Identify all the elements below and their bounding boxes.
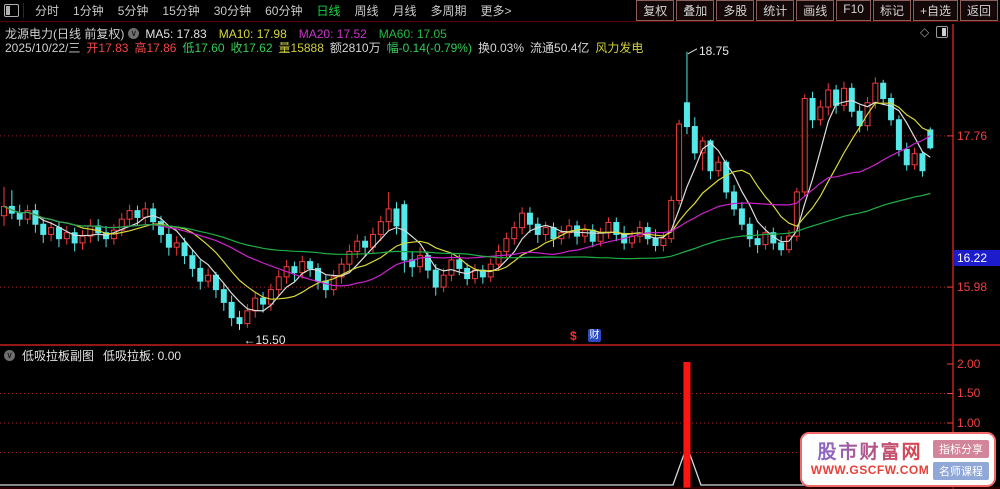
dividend-marker-icon[interactable]: $ (570, 329, 577, 343)
toolbar-tab-5[interactable]: 60分钟 (258, 2, 309, 19)
toolbar-button-8[interactable]: 返回 (960, 0, 998, 21)
info-row: 2025/10/22/三开17.83 高17.86 低17.60 收17.62 量158… (5, 39, 649, 56)
watermark-url: WWW.GSCFW.COM (807, 463, 933, 477)
toolbar-tab-9[interactable]: 多周期 (424, 2, 474, 19)
sub-panel-header: ∨ 低吸拉板副图 低吸拉板: 0.00 (4, 347, 181, 364)
watermark-text: 股市财富网 WWW.GSCFW.COM (807, 442, 933, 478)
info-token-2: 高17.86 (134, 39, 176, 56)
watermark: 股市财富网 WWW.GSCFW.COM 指标分享 名师课程 (800, 432, 996, 487)
info-token-0: 2025/10/22/三 (5, 39, 80, 56)
toolbar-tab-3[interactable]: 15分钟 (155, 2, 206, 19)
toolbar-tab-0[interactable]: 分时 (28, 2, 66, 19)
info-token-8: 换0.03% (478, 39, 524, 56)
toolbar-tab-8[interactable]: 月线 (386, 2, 424, 19)
high-annotation: 18.75 (699, 44, 729, 58)
period-tabs: 分时1分钟5分钟15分钟30分钟60分钟日线周线月线多周期更多> (28, 2, 519, 19)
toolbar-tab-7[interactable]: 周线 (347, 2, 385, 19)
sub-panel-value: 低吸拉板: 0.00 (103, 347, 181, 364)
sub-axis-label-1: 2.00 (957, 357, 980, 371)
toolbar-tab-2[interactable]: 5分钟 (111, 2, 156, 19)
panel-toggle-icon[interactable] (4, 4, 19, 17)
price-label-low: 15.98 (957, 280, 987, 294)
toolbar-button-0[interactable]: 复权 (636, 0, 674, 21)
toolbar-tab-4[interactable]: 30分钟 (207, 2, 258, 19)
toolbar-tab-1[interactable]: 1分钟 (66, 2, 111, 19)
split-view-icon[interactable] (936, 26, 948, 38)
top-toolbar: 分时1分钟5分钟15分钟30分钟60分钟日线周线月线多周期更多> 复权叠加多股统… (0, 0, 1000, 22)
toolbar-button-2[interactable]: 多股 (716, 0, 754, 21)
low-annotation: ←15.50 (244, 333, 286, 347)
report-marker-icon[interactable]: 财 (588, 329, 601, 342)
info-token-6: 额2810万 (330, 39, 381, 56)
info-token-3: 低17.60 (182, 39, 224, 56)
toolbar-button-1[interactable]: 叠加 (676, 0, 714, 21)
watermark-badges: 指标分享 名师课程 (933, 440, 989, 480)
sub-panel-title[interactable]: 低吸拉板副图 (22, 347, 94, 364)
watermark-badge-1: 指标分享 (933, 440, 989, 458)
toolbar-button-7[interactable]: +自选 (913, 0, 958, 21)
price-tag: 16.22 (954, 250, 1000, 266)
watermark-badge-2: 名师课程 (933, 462, 989, 480)
toolbar-tab-10[interactable]: 更多> (474, 2, 519, 19)
sub-axis-label-3: 1.00 (957, 416, 980, 430)
info-token-9: 流通50.4亿 (530, 39, 589, 56)
info-token-1: 开17.83 (86, 39, 128, 56)
watermark-title: 股市财富网 (807, 442, 933, 464)
toolbar-divider (23, 3, 24, 18)
collapse-sub-icon[interactable]: ∨ (4, 350, 15, 361)
toolbar-button-6[interactable]: 标记 (873, 0, 911, 21)
toolbar-buttons: 复权叠加多股统计画线F10标记+自选返回 (634, 0, 998, 21)
toolbar-button-3[interactable]: 统计 (756, 0, 794, 21)
info-token-5: 量15888 (279, 39, 324, 56)
diamond-icon[interactable]: ◇ (920, 25, 929, 39)
toolbar-button-5[interactable]: F10 (836, 0, 871, 21)
sub-axis-label-2: 1.50 (957, 386, 980, 400)
info-token-10: 风力发电 (595, 39, 643, 56)
toolbar-tab-6[interactable]: 日线 (309, 2, 347, 19)
info-token-4: 收17.62 (231, 39, 273, 56)
chart-corner-controls: ◇ (920, 25, 948, 39)
price-label-high: 17.76 (957, 129, 987, 143)
chart-canvas[interactable] (0, 0, 1000, 489)
toolbar-button-4[interactable]: 画线 (796, 0, 834, 21)
collapse-main-icon[interactable]: ∨ (128, 28, 139, 39)
info-token-7: 幅-0.14(-0.79%) (387, 39, 472, 56)
